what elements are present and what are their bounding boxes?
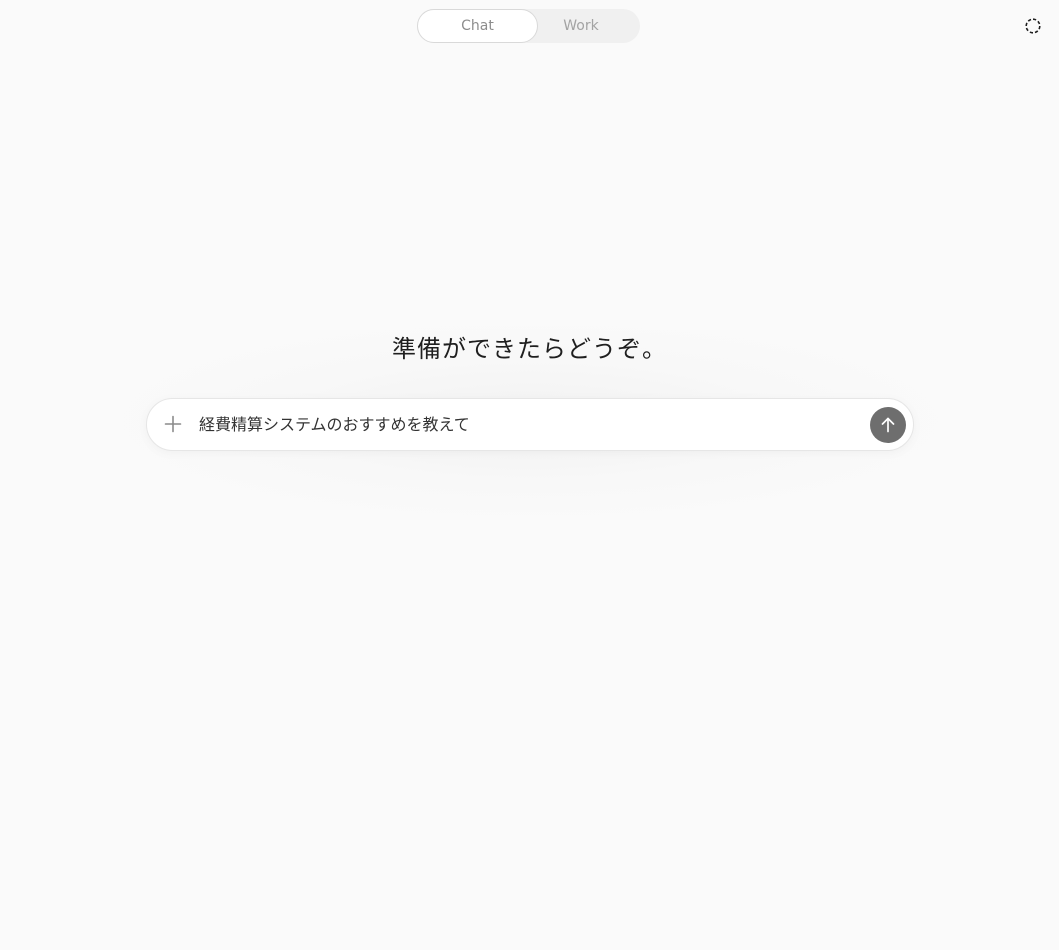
loading-circle-icon[interactable] xyxy=(1021,14,1045,38)
arrow-up-icon xyxy=(881,417,895,433)
mode-toggle: Work Chat xyxy=(417,9,640,43)
plus-icon[interactable] xyxy=(161,412,185,436)
chat-composer: 経費精算システムのおすすめを教えて xyxy=(146,398,914,451)
tab-work[interactable]: Work xyxy=(529,9,633,43)
message-input[interactable]: 経費精算システムのおすすめを教えて xyxy=(199,413,859,437)
page: Work Chat 準備ができたらどうぞ。 経費精算システムのおすすめを教えて xyxy=(0,0,1059,950)
tab-chat[interactable]: Chat xyxy=(417,9,538,43)
greeting-title: 準備ができたらどうぞ。 xyxy=(392,335,667,363)
send-button[interactable] xyxy=(870,407,906,443)
